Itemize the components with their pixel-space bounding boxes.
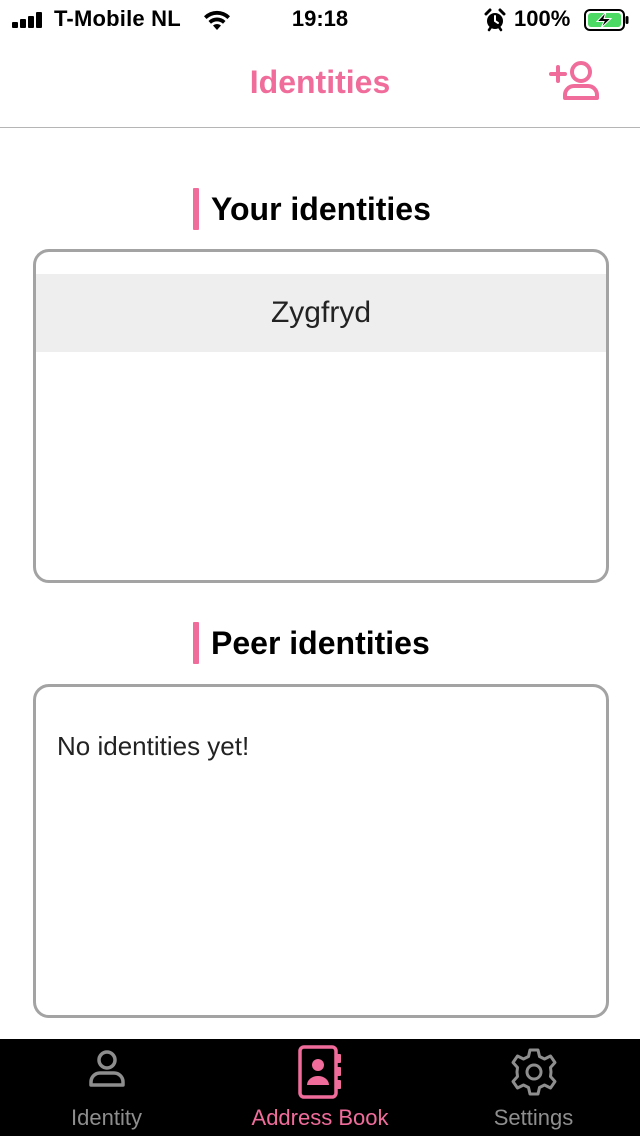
battery-percent: 100% — [514, 6, 571, 31]
page-title: Identities — [249, 64, 391, 100]
your-identities-title: Your identities — [211, 190, 431, 227]
section-accent-bar — [193, 188, 199, 230]
tab-address-book[interactable]: Address Book — [213, 1039, 427, 1136]
tab-identity-label: Identity — [71, 1105, 142, 1130]
your-identities-list: Zygfryd — [33, 249, 609, 583]
address-book-icon — [298, 1045, 341, 1099]
peer-identities-header: Peer identities — [0, 621, 640, 665]
navigation-bar: Identities — [0, 40, 640, 128]
section-accent-bar — [193, 622, 199, 664]
tab-settings[interactable]: Settings — [427, 1039, 640, 1136]
peer-identities-title: Peer identities — [211, 624, 430, 661]
battery-charging-icon — [584, 9, 629, 31]
screen: T-Mobile NL 19:18 100% Identities Your i… — [0, 0, 640, 1136]
peer-identities-list: No identities yet! — [33, 684, 609, 1018]
empty-state-message: No identities yet! — [57, 731, 250, 761]
your-identities-header: Your identities — [0, 187, 640, 231]
tab-address-book-label: Address Book — [251, 1105, 389, 1130]
tab-identity[interactable]: Identity — [0, 1039, 213, 1136]
status-bar: T-Mobile NL 19:18 100% — [0, 0, 640, 40]
tab-settings-label: Settings — [493, 1105, 574, 1130]
identity-row-zygfryd[interactable]: Zygfryd — [36, 274, 606, 352]
alarm-icon — [484, 8, 506, 32]
gear-icon — [511, 1048, 556, 1096]
tab-bar: Identity Address Book Settings — [0, 1039, 640, 1136]
add-user-icon[interactable] — [548, 58, 602, 102]
identity-name: Zygfryd — [270, 296, 372, 329]
person-icon — [88, 1050, 125, 1087]
